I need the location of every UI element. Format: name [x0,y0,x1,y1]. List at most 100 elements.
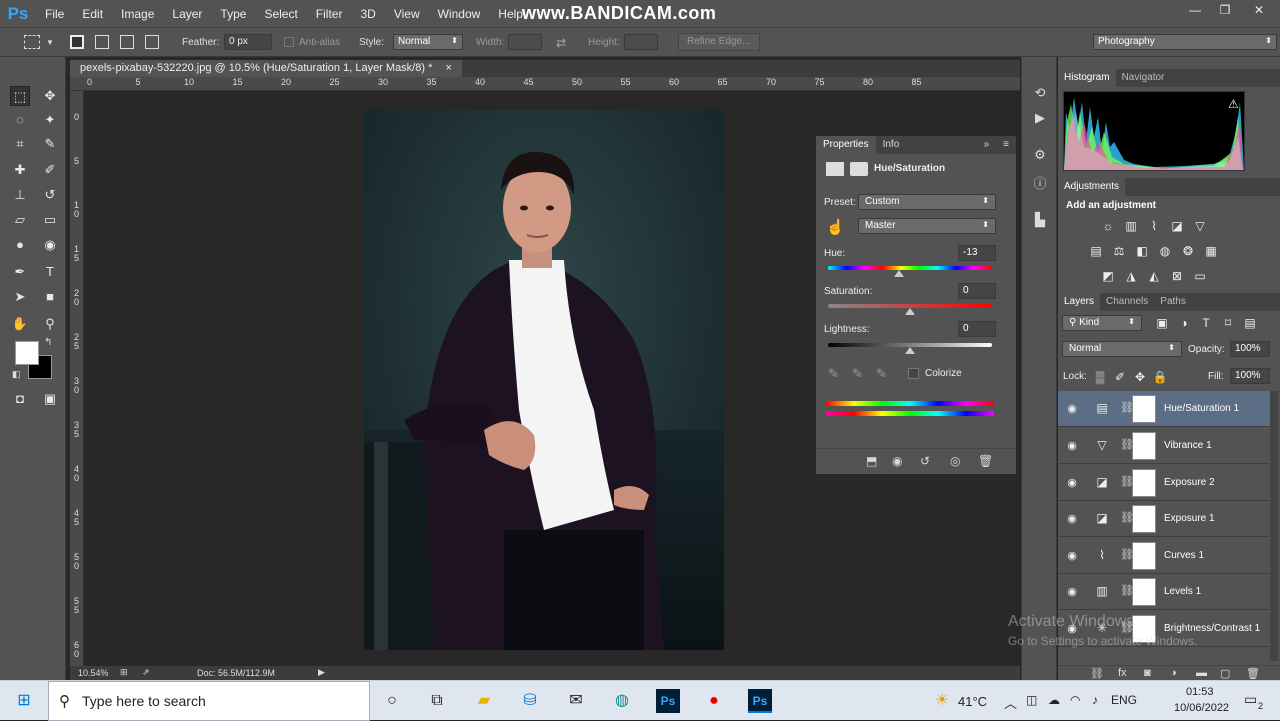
filter-shape-icon[interactable]: ⌑ [1220,316,1236,330]
panel-menu-icon[interactable]: ≡ [996,136,1016,154]
path-selection-icon[interactable]: ➤ [10,287,30,307]
color-lookup-icon[interactable]: ▦ [1203,244,1219,258]
new-adjustment-icon[interactable]: ◑ [1170,667,1177,679]
chevron-down-icon[interactable]: ▼ [46,38,54,47]
hand-tool-icon[interactable]: ✋ [10,314,30,334]
targeted-adjustment-icon[interactable]: ☝ [826,218,845,236]
eye-icon[interactable]: ◉ [1065,402,1079,415]
lightness-input[interactable]: 0 [958,321,996,337]
cortana-icon[interactable]: ○ [380,689,404,713]
layer-mask-thumbnail[interactable] [1132,469,1156,497]
move-tool-icon[interactable]: ✥ [40,86,60,106]
curves-icon[interactable]: ⌇ [1146,219,1162,233]
tab-navigator[interactable]: Navigator [1116,69,1171,87]
clone-stamp-icon[interactable]: ⊥ [10,185,30,205]
eraser-tool-icon[interactable]: ▱ [10,210,30,230]
filter-type-icon[interactable]: T [1198,316,1214,330]
blend-mode-select[interactable]: Normal ⬍ [1062,341,1182,357]
photoshop-taskbar-icon[interactable]: Ps [656,689,680,713]
photoshop-active-icon[interactable]: Ps [748,689,772,713]
brush-panel-icon[interactable]: ▙ [1030,210,1050,230]
menu-select[interactable]: Select [255,7,306,21]
swap-icon[interactable]: ⇄ [556,36,566,50]
layer-mask-thumbnail[interactable] [1132,395,1156,423]
minimize-button[interactable]: — [1180,0,1210,22]
close-app-button[interactable]: ✕ [1244,0,1274,22]
height-input[interactable] [624,34,658,50]
language-indicator[interactable]: ENG [1111,693,1137,707]
layer-row[interactable]: ◉ ▽ ⛓ Vibrance 1 [1058,428,1270,464]
clip-to-layer-icon[interactable]: ⬒ [866,454,877,468]
view-previous-icon[interactable]: ◉ [892,454,902,468]
layer-mask-thumbnail[interactable] [1132,432,1156,460]
gradient-map-icon[interactable]: ▭ [1192,269,1208,283]
actions-panel-icon[interactable]: ▶ [1030,108,1050,128]
filter-smart-object-icon[interactable]: ▤ [1242,316,1258,330]
eyedropper-icon[interactable]: ✎ [828,366,839,382]
eyedropper-tool-icon[interactable]: ✎ [40,134,60,154]
restore-button[interactable]: ❐ [1210,0,1240,22]
vibrance-icon[interactable]: ▽ [1192,219,1208,233]
lasso-tool-icon[interactable]: ◌ [10,110,30,130]
pen-tool-icon[interactable]: ✒ [10,262,30,282]
taskbar-search[interactable]: ⚲ Type here to search [48,681,370,721]
hue-slider[interactable] [828,266,992,270]
brightness-contrast-icon[interactable]: ☼ [1100,219,1116,233]
weather-icon[interactable]: ☀ [930,689,954,713]
history-brush-icon[interactable]: ↺ [40,185,60,205]
levels-icon[interactable]: ▥ [1123,219,1139,233]
file-explorer-icon[interactable]: ▰ [472,689,496,713]
tab-info[interactable]: Info [876,136,907,154]
layers-scrollbar[interactable] [1270,391,1278,661]
close-tab-icon[interactable]: × [445,62,451,74]
tab-histogram[interactable]: Histogram [1058,69,1116,87]
dodge-tool-icon[interactable]: ◉ [40,235,60,255]
menu-layer[interactable]: Layer [163,7,211,21]
refine-edge-button[interactable]: Refine Edge... [678,33,760,51]
tab-paths[interactable]: Paths [1154,293,1192,311]
selective-color-icon[interactable]: ⊠ [1169,269,1185,283]
layer-filter-select[interactable]: ⚲ Kind ⬍ [1062,315,1142,331]
type-tool-icon[interactable]: T [40,262,60,282]
magic-wand-icon[interactable]: ✦ [40,110,60,130]
lock-pixels-icon[interactable]: ✐ [1112,370,1128,384]
exposure-icon[interactable]: ◪ [1169,219,1185,233]
layer-row[interactable]: ◉ ◪ ⛓ Exposure 2 [1058,465,1270,501]
history-panel-icon[interactable]: ⟲ [1030,83,1050,103]
layer-row[interactable]: ◉ ▤ ⛓ Hue/Saturation 1 [1058,391,1270,427]
color-balance-icon[interactable]: ⚖ [1111,244,1127,258]
intersect-selection-icon[interactable] [145,35,159,49]
quick-mask-icon[interactable]: ◘ [10,389,30,409]
swap-colors-icon[interactable]: ↰ [44,337,52,348]
new-group-icon[interactable]: ▬ [1196,667,1207,679]
menu-edit[interactable]: Edit [73,7,112,21]
zoom-tool-icon[interactable]: ⚲ [40,314,60,334]
clock-time[interactable]: 01:53 [1186,686,1214,698]
weather-temp[interactable]: 41°C [958,694,987,709]
menu-filter[interactable]: Filter [307,7,352,21]
eye-icon[interactable]: ◉ [1065,439,1079,452]
healing-brush-icon[interactable]: ✚ [10,160,30,180]
zoom-level[interactable]: 10.54% [78,668,109,678]
brush-tool-icon[interactable]: ✐ [40,160,60,180]
windows-start-icon[interactable]: ⊞ [12,689,36,713]
menu-3d[interactable]: 3D [351,7,384,21]
task-view-icon[interactable]: ⧉ [425,689,449,713]
menu-window[interactable]: Window [429,7,490,21]
style-select[interactable]: Normal ⬍ [393,34,463,50]
threshold-icon[interactable]: ◭ [1146,269,1162,283]
new-layer-icon[interactable]: ▢ [1220,667,1230,680]
hue-input[interactable]: -13 [958,245,996,261]
eyedropper-plus-icon[interactable]: ✎ [852,366,863,382]
eyedropper-minus-icon[interactable]: ✎ [876,366,887,382]
channel-select[interactable]: Master ⬍ [858,218,996,234]
layer-row[interactable]: ◉ ▥ ⛓ Levels 1 [1058,574,1270,610]
store-icon[interactable]: ⛁ [518,689,542,713]
filter-adjustment-icon[interactable]: ◑ [1176,316,1192,330]
feather-input[interactable]: 0 px [224,34,272,50]
eye-icon[interactable]: ◉ [1065,512,1079,525]
network-icon[interactable]: ◫ [1026,693,1037,707]
saturation-input[interactable]: 0 [958,283,996,299]
gradient-tool-icon[interactable]: ▭ [40,210,60,230]
bandicam-icon[interactable]: ● [702,689,726,713]
